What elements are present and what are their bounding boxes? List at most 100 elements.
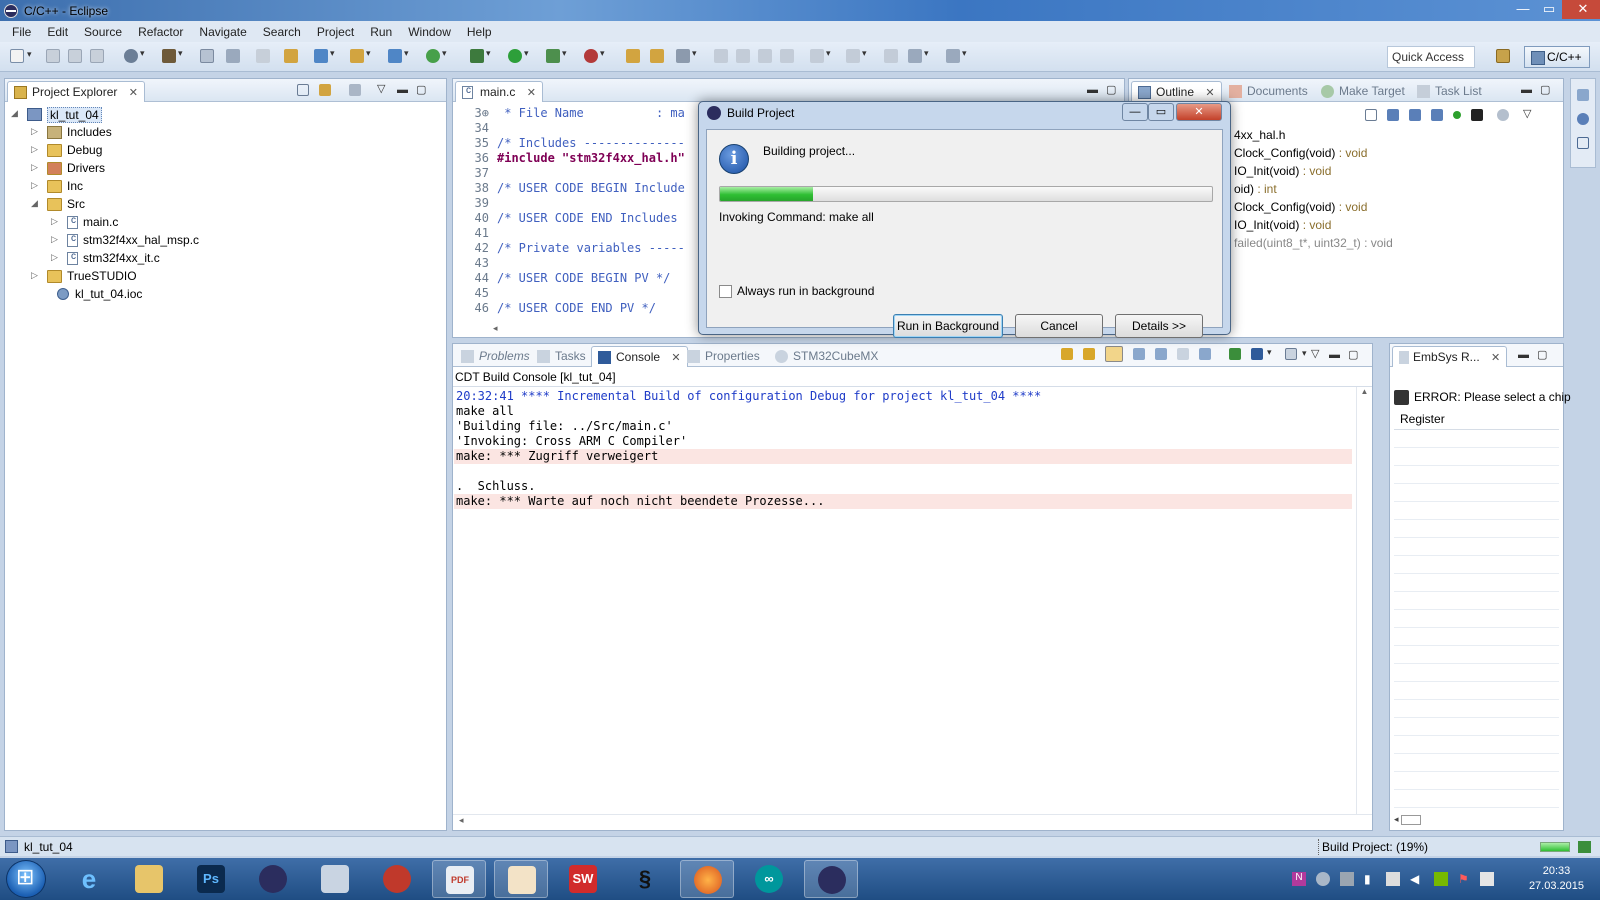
status-progress-bar[interactable]	[1540, 842, 1570, 852]
taskbar-clock[interactable]: 20:33 27.03.2015	[1529, 864, 1584, 894]
menu-help[interactable]: Help	[459, 25, 500, 39]
outline-item[interactable]: IO_Init(void) : void	[1234, 164, 1331, 178]
next-annotation-icon[interactable]	[810, 48, 831, 63]
menu-edit[interactable]: Edit	[39, 25, 76, 39]
sort-icon[interactable]	[1387, 109, 1399, 121]
arrow-down-icon[interactable]	[1061, 348, 1073, 360]
skip-all-icon[interactable]	[226, 49, 240, 63]
console-minimize-maximize-icon[interactable]: ▬▢	[1329, 348, 1366, 361]
embsys-hscroll[interactable]: ◂	[1394, 814, 1559, 828]
copy-icon[interactable]	[1155, 348, 1167, 360]
show-whitespace-icon[interactable]	[758, 49, 772, 63]
save-all-icon[interactable]	[68, 49, 82, 63]
prev-annotation-icon[interactable]	[846, 48, 867, 63]
taskbar-app[interactable]: e	[62, 860, 116, 898]
taskbar-app[interactable]	[494, 860, 548, 898]
expand-arrow-icon[interactable]: ▷	[51, 252, 58, 263]
device-tray-icon[interactable]	[1340, 872, 1354, 886]
external-tools-icon[interactable]	[584, 48, 605, 63]
close-icon[interactable]: ✕	[671, 351, 680, 364]
new-console-icon[interactable]	[1285, 348, 1307, 360]
arrow-up-icon[interactable]	[1083, 348, 1095, 360]
console-view-menu-icon[interactable]: ▽	[1311, 347, 1319, 360]
hide-fields-icon[interactable]	[1409, 109, 1421, 121]
embsys-minimize-maximize-icon[interactable]: ▬▢	[1518, 348, 1555, 361]
tab-project-explorer[interactable]: Project Explorer ✕	[7, 81, 145, 102]
hide-macros-icon[interactable]	[1471, 109, 1483, 121]
run-icon[interactable]	[508, 48, 529, 63]
collapse-all-icon[interactable]	[1365, 109, 1377, 121]
build-config-icon[interactable]	[124, 48, 145, 63]
close-icon[interactable]: ✕	[527, 86, 536, 99]
details-button[interactable]: Details >>	[1115, 314, 1203, 338]
expand-arrow-icon[interactable]: ▷	[31, 144, 38, 155]
cancel-button[interactable]: Cancel	[1015, 314, 1103, 338]
always-run-background-label[interactable]: Always run in background	[737, 284, 874, 298]
onenote-tray-icon[interactable]: N	[1292, 872, 1306, 886]
register-list[interactable]	[1394, 430, 1559, 810]
maximize-button[interactable]: ▭	[1536, 0, 1562, 19]
close-button[interactable]: ✕	[1562, 0, 1600, 19]
toggle-mark-icon[interactable]	[714, 49, 728, 63]
forward-icon[interactable]	[946, 48, 967, 63]
open-perspective-icon[interactable]	[1496, 49, 1510, 63]
progress-view-icon[interactable]	[1578, 841, 1591, 853]
expand-arrow-icon[interactable]: ◢	[11, 108, 18, 119]
expand-arrow-icon[interactable]: ▷	[51, 216, 58, 227]
new-class-icon[interactable]	[426, 48, 447, 63]
group-icon[interactable]	[1497, 109, 1509, 121]
hide-static-icon[interactable]	[1431, 109, 1443, 121]
tab-main-c[interactable]: main.c ✕	[455, 81, 543, 102]
tab-documents[interactable]: Documents	[1223, 81, 1314, 102]
tools-tray-icon[interactable]	[1386, 872, 1400, 886]
outline-item[interactable]: IO_Init(void) : void	[1234, 218, 1331, 232]
run-in-background-button[interactable]: Run in Background	[893, 314, 1003, 338]
console-hscroll[interactable]: ◂	[453, 814, 1372, 830]
collapse-all-icon[interactable]	[297, 84, 309, 96]
expand-arrow-icon[interactable]: ▷	[31, 180, 38, 191]
taskbar-app[interactable]: ∞	[742, 860, 796, 898]
open-console-icon[interactable]	[1229, 348, 1241, 360]
word-wrap-icon[interactable]	[1177, 348, 1189, 360]
scroll-lock-icon[interactable]	[1105, 346, 1123, 362]
last-edit-icon[interactable]	[884, 49, 898, 63]
toggle-block-icon[interactable]	[736, 49, 750, 63]
flag-tray-icon[interactable]: ⚑	[1458, 872, 1472, 886]
taskbar-app[interactable]: §	[618, 860, 672, 898]
new-source-icon[interactable]	[388, 48, 409, 63]
tab-make-target[interactable]: Make Target	[1315, 81, 1411, 102]
dialog-close-button[interactable]: ✕	[1176, 103, 1222, 121]
target-icon[interactable]	[256, 49, 270, 63]
expand-arrow-icon[interactable]: ▷	[31, 126, 38, 137]
volume-tray-icon[interactable]: ◀	[1410, 872, 1424, 886]
build-hammer-icon[interactable]	[162, 48, 183, 63]
debug-icon[interactable]	[470, 48, 491, 63]
battery-tray-icon[interactable]	[1480, 872, 1494, 886]
menu-window[interactable]: Window	[400, 25, 459, 39]
taskbar-app[interactable]	[680, 860, 734, 898]
code-area[interactable]: 3⊕ * File Name : mai 34 35 /* Includes --…	[455, 106, 685, 318]
tab-task-list[interactable]: Task List	[1411, 81, 1488, 102]
filter-icon[interactable]	[349, 84, 361, 96]
close-icon[interactable]: ✕	[129, 86, 138, 99]
menu-file[interactable]: File	[4, 25, 39, 39]
taskbar-app[interactable]: Ps	[184, 860, 238, 898]
display-console-icon[interactable]	[1251, 347, 1272, 360]
new-icon[interactable]	[10, 49, 32, 63]
open-file-icon[interactable]	[650, 49, 664, 63]
coverage-icon[interactable]	[546, 48, 567, 63]
dialog-minimize-button[interactable]: —	[1122, 103, 1148, 121]
menu-refactor[interactable]: Refactor	[130, 25, 191, 39]
tab-stm32cubemx[interactable]: STM32CubeMX	[769, 346, 884, 367]
clear-console-icon[interactable]	[1199, 348, 1211, 360]
taskbar-app[interactable]: SW	[556, 860, 610, 898]
embsys-icon[interactable]	[1577, 113, 1589, 125]
taskbar-app[interactable]	[308, 860, 362, 898]
expand-arrow-icon[interactable]: ◢	[31, 198, 38, 209]
taskbar-app[interactable]: PDF	[432, 860, 486, 898]
expand-arrow-icon[interactable]: ▷	[31, 162, 38, 173]
outline-minimize-maximize-icon[interactable]: ▬▢	[1521, 83, 1558, 96]
link-editor-icon[interactable]	[319, 84, 331, 96]
outline-item[interactable]: 4xx_hal.h	[1234, 128, 1285, 142]
restore-icon[interactable]	[1577, 89, 1589, 101]
